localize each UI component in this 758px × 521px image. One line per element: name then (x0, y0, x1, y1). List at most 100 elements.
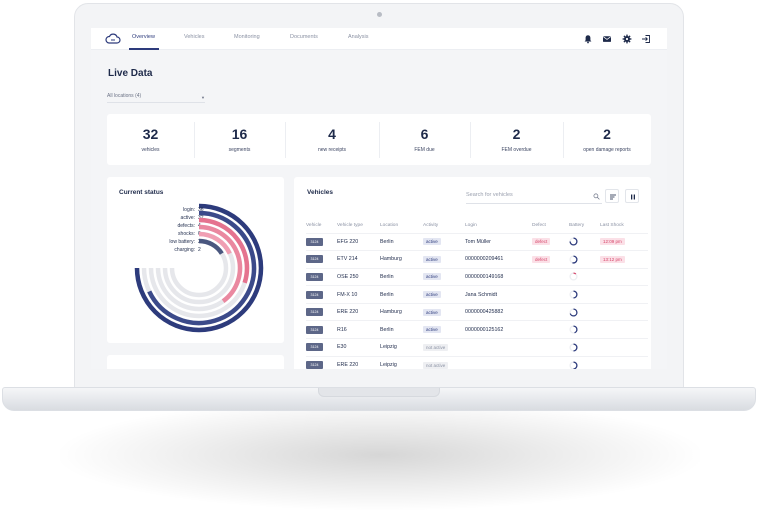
battery-level-arc (573, 272, 577, 276)
activity-cell: active (423, 285, 465, 304)
gear-icon[interactable] (622, 34, 632, 44)
activity-cell: active (423, 302, 465, 321)
battery-gauge (569, 361, 578, 369)
logout-icon[interactable] (641, 34, 651, 44)
activity-badge: active (423, 255, 441, 263)
defect-cell (532, 320, 569, 339)
location-cell: Berlin (380, 285, 423, 304)
last-shock-cell (600, 355, 648, 369)
battery-gauge (569, 325, 578, 334)
stat-value: 2 (512, 126, 521, 142)
activity-cell: active (423, 232, 465, 251)
defect-cell (532, 338, 569, 357)
search-icon[interactable] (593, 193, 600, 200)
activity-badge: active (423, 273, 441, 281)
table-row[interactable]: 3124 ETV 214 Hamburg active 0000000209461 def… (306, 250, 648, 269)
column-header[interactable]: Battery (569, 219, 600, 233)
pause-columns-icon (631, 194, 635, 200)
vehicle-id-badge[interactable]: 3124 (306, 308, 323, 317)
table-header-row: Vehicle Vehicle type Location Activity L… (306, 219, 648, 233)
location-cell: Leipzig (380, 355, 423, 369)
status-value: 2 (198, 247, 201, 253)
stats-bar: 32 vehicles 16 segments 4 new receipts 6… (107, 114, 651, 165)
activity-cell: not active (423, 338, 465, 357)
battery-cell (569, 320, 600, 339)
stat-label: FEM overdue (501, 147, 532, 153)
card-title: Vehicles (307, 189, 334, 196)
activity-badge: not active (423, 361, 449, 369)
status-label: shocks: (178, 231, 195, 237)
vehicle-type-cell: ERE 220 (337, 355, 380, 369)
stat-segments[interactable]: 16 segments (194, 114, 285, 165)
defect-cell (532, 302, 569, 321)
status-ring-charging[interactable] (198, 238, 224, 255)
stat-label: segments (228, 147, 251, 153)
status-radial-chart: login: 36active: 32defects: 4shocks: 6low ba… (134, 203, 264, 333)
location-select[interactable]: All locations (4) ▼ (107, 93, 205, 103)
column-header[interactable]: Location (380, 219, 423, 233)
vehicle-id-badge[interactable]: 3124 (306, 237, 323, 246)
vehicle-type-cell: R16 (337, 320, 380, 339)
column-header[interactable]: Defect (532, 219, 569, 233)
column-header[interactable]: Vehicle (306, 219, 337, 233)
mail-icon[interactable] (602, 34, 612, 44)
battery-track (569, 272, 578, 282)
vehicle-id-badge[interactable]: 3124 (306, 325, 323, 334)
stat-fem-due[interactable]: 6 FEM due (379, 114, 470, 165)
vehicle-id-badge[interactable]: 3124 (306, 343, 323, 352)
vehicle-id-badge[interactable]: 3124 (306, 361, 323, 369)
table-row[interactable]: 3124 R16 Berlin active 0000000125162 (306, 320, 648, 339)
stat-value: 6 (420, 126, 429, 142)
column-header[interactable]: Activity (423, 219, 465, 233)
vehicle-id-badge[interactable]: 3124 (306, 290, 323, 299)
table-row[interactable]: 3124 EFG 220 Berlin active Tom Müller defect 1… (306, 232, 648, 251)
table-row[interactable]: 3124 ERE 220 Leipzig not active (306, 355, 648, 369)
table-row[interactable]: 3124 E30 Leipzig not active (306, 338, 648, 357)
column-header[interactable]: Last Shock (600, 219, 648, 233)
vehicle-id-badge[interactable]: 3124 (306, 255, 323, 264)
stat-fem-overdue[interactable]: 2 FEM overdue (470, 114, 563, 165)
table-row[interactable]: 3124 FM-X 10 Berlin active Jana Schmidt (306, 285, 648, 304)
sort-icon (610, 194, 616, 200)
camera (377, 12, 382, 17)
status-label: login: (183, 207, 195, 213)
battery-gauge (569, 343, 578, 352)
stat-new-receipts[interactable]: 4 new receipts (285, 114, 379, 165)
search-input[interactable] (466, 192, 586, 198)
table-row[interactable]: 3124 ERE 220 Hamburg active 0000000425882 (306, 302, 648, 321)
battery-cell (569, 302, 600, 321)
battery-level-arc (572, 255, 578, 264)
tab-monitoring[interactable]: Monitoring (234, 34, 260, 40)
vehicle-type-cell: E30 (337, 338, 380, 357)
location-select-value: All locations (4) (107, 93, 142, 99)
vehicle-id-cell: 3124 (306, 232, 337, 251)
cloud-logo-icon[interactable] (105, 32, 121, 45)
battery-gauge (569, 290, 578, 299)
tab-overview[interactable]: Overview (132, 34, 155, 40)
vehicle-id-badge[interactable]: 3124 (306, 272, 323, 281)
vehicle-type-cell: EFG 220 (337, 232, 380, 251)
tab-analysis[interactable]: Analysis (348, 34, 368, 40)
stat-value: 16 (231, 126, 248, 142)
columns-button[interactable] (625, 189, 639, 203)
stat-open-damage-reports[interactable]: 2 open damage reports (563, 114, 651, 165)
tab-documents[interactable]: Documents (290, 34, 318, 40)
vehicle-id-cell: 3124 (306, 250, 337, 269)
login-cell: Jana Schmidt (465, 285, 532, 304)
stat-label: open damage reports (583, 147, 631, 153)
battery-gauge (569, 272, 578, 282)
column-header[interactable]: Login (465, 219, 532, 233)
bell-icon[interactable] (583, 34, 593, 44)
stat-vehicles[interactable]: 32 vehicles (107, 114, 194, 165)
active-tab-indicator (129, 48, 159, 50)
status-label: defects: (177, 223, 195, 229)
sort-button[interactable] (605, 189, 619, 203)
page-title: Live Data (108, 68, 153, 79)
column-header[interactable]: Vehicle type (337, 219, 380, 233)
location-cell: Berlin (380, 320, 423, 339)
stat-value: 4 (328, 126, 336, 142)
activity-badge: active (423, 326, 441, 334)
stat-value: 2 (603, 126, 611, 142)
table-row[interactable]: 3124 OSE 250 Berlin active 0000000149168 (306, 267, 648, 286)
tab-vehicles[interactable]: Vehicles (184, 34, 205, 40)
